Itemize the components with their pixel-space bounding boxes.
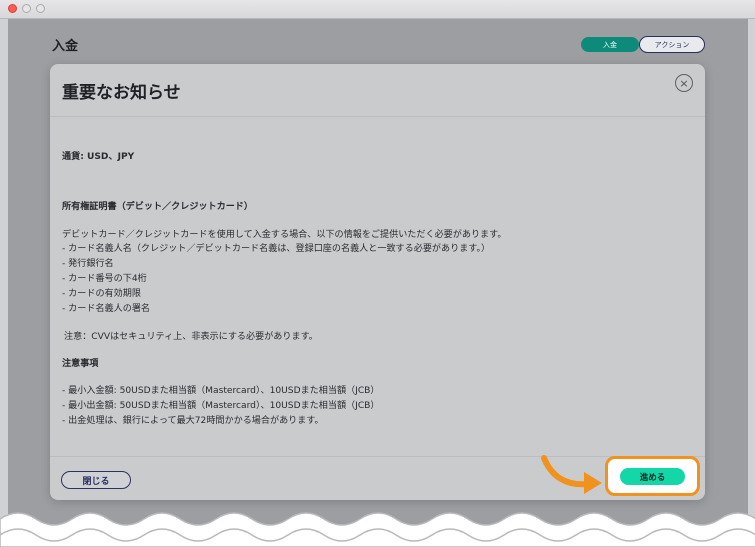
tab-action[interactable]: アクション — [639, 36, 705, 53]
currency-line: 通貨: USD、JPY — [62, 152, 135, 162]
proof-item: - カード名義人の署名 — [62, 304, 151, 314]
modal-title: 重要なお知らせ — [62, 83, 181, 103]
proof-item: - カード名義人名（クレジット／デビットカード名義は、登録口座の名義人と一致する… — [62, 244, 491, 254]
window-maximize-dot-icon[interactable] — [36, 4, 45, 13]
proof-item: - 発行銀行名 — [62, 259, 114, 269]
page-title: 入金 — [52, 39, 79, 54]
proof-item: - カード番号の下4桁 — [62, 274, 147, 284]
notes-heading: 注意事項 — [62, 359, 99, 369]
tab-deposit[interactable]: 入金 — [581, 37, 639, 52]
proceed-highlight: 進める — [605, 456, 700, 496]
notice-modal: 重要なお知らせ × 通貨: USD、JPY 所有権証明書（デビット／クレジットカ… — [50, 64, 705, 500]
torn-edge-decoration — [0, 512, 755, 547]
close-icon-glyph: × — [679, 76, 689, 90]
proof-intro: デビットカード／クレジットカードを使用して入金する場合、以下の情報をご提供いただ… — [62, 230, 507, 240]
notes-item: - 出金処理は、銀行によって最大72時間かかる場合があります。 — [62, 416, 324, 426]
curved-arrow-icon — [541, 455, 602, 494]
proof-item: - カードの有効期限 — [62, 289, 141, 299]
close-button[interactable]: 閉じる — [61, 471, 131, 489]
modal-header: 重要なお知らせ × — [50, 64, 705, 117]
proceed-button[interactable]: 進める — [620, 468, 685, 485]
close-circle-icon[interactable]: × — [675, 74, 693, 92]
window-minimize-dot-icon[interactable] — [22, 4, 31, 13]
window-close-dot-icon[interactable] — [8, 4, 17, 13]
proof-heading: 所有権証明書（デビット／クレジットカード） — [62, 202, 253, 212]
app-window: 入金 入金 アクション 重要なお知らせ × 通貨: USD、JPY 所有権証明書… — [0, 0, 755, 547]
title-bar — [0, 0, 755, 19]
cvv-note: 注意：CVVはセキュリティ上、非表示にする必要があります。 — [64, 332, 318, 342]
notes-item: - 最小出金額: 50USDまた相当額（Mastercard）、10USDまた相… — [62, 401, 380, 411]
notes-item: - 最小入金額: 50USDまた相当額（Mastercard）、10USDまた相… — [62, 386, 380, 396]
